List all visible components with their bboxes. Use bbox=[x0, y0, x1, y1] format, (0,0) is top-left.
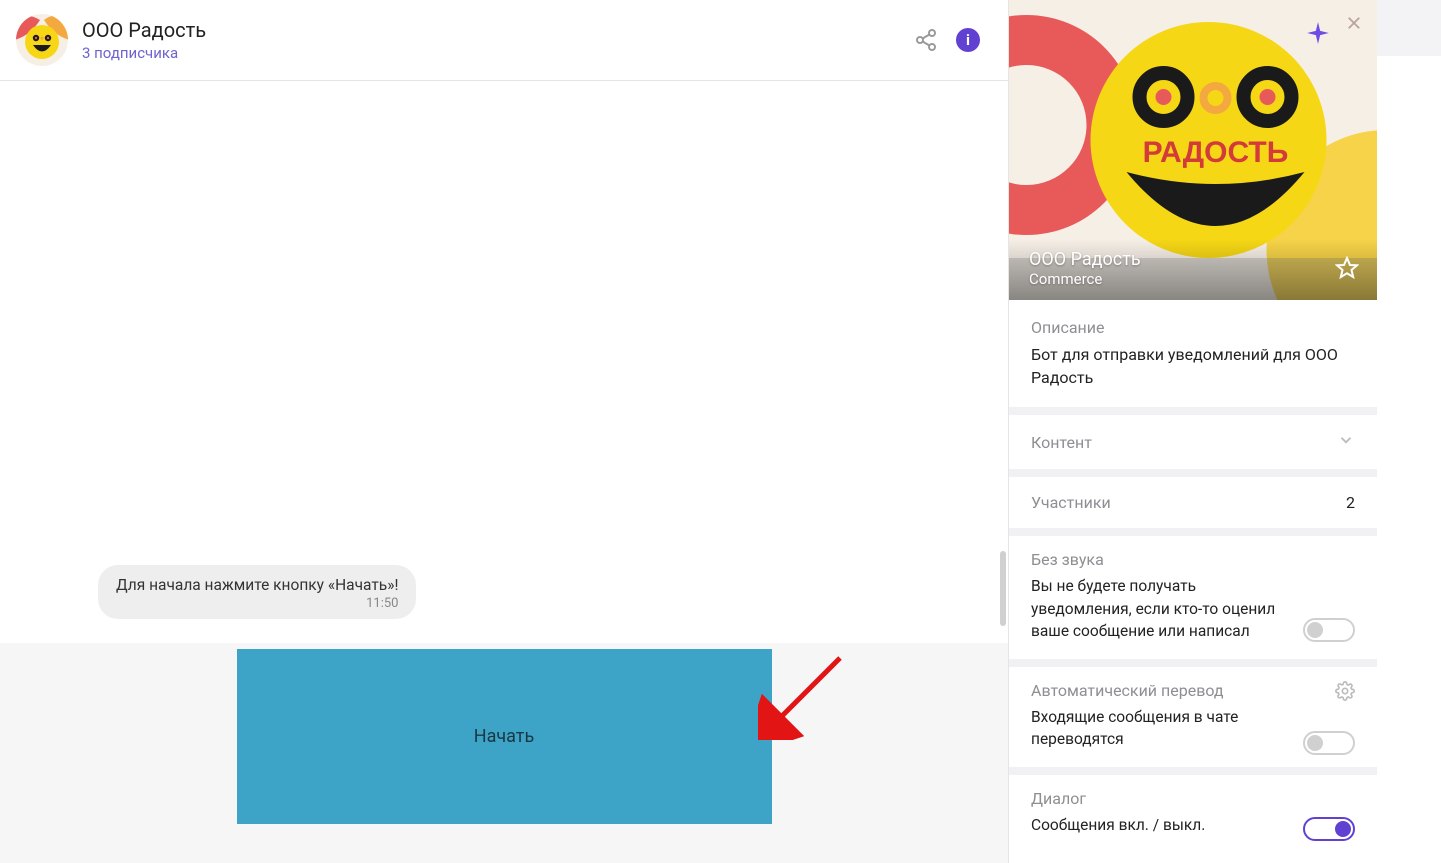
panel-hero: РАДОСТЬ ООО Радость Commerce bbox=[1009, 0, 1377, 300]
section-dialog: Диалог Сообщения вкл. / выкл. bbox=[1009, 775, 1377, 852]
section-mute: Без звука Вы не будете получать уведомле… bbox=[1009, 536, 1377, 666]
translate-toggle[interactable] bbox=[1303, 731, 1355, 755]
chat-header: ООО Радость 3 подписчика i bbox=[0, 0, 1008, 81]
message-time: 11:50 bbox=[116, 596, 398, 611]
header-actions: i bbox=[914, 28, 980, 52]
description-text: Бот для отправки уведомлений для ООО Рад… bbox=[1031, 343, 1355, 389]
section-content[interactable]: Контент bbox=[1009, 415, 1377, 477]
start-button[interactable]: Начать bbox=[237, 649, 772, 824]
chat-main: ООО Радость 3 подписчика i Для начала на… bbox=[0, 0, 1008, 863]
chevron-down-icon bbox=[1337, 431, 1355, 453]
info-panel: РАДОСТЬ ООО Радость Commerce Описание Бо… bbox=[1008, 0, 1377, 863]
section-participants[interactable]: Участники 2 bbox=[1009, 477, 1377, 536]
bot-message: Для начала нажмите кнопку «Начать»! 11:5… bbox=[98, 565, 416, 619]
translate-label: Автоматический перевод bbox=[1031, 681, 1224, 700]
content-label: Контент bbox=[1031, 433, 1092, 452]
star-icon[interactable] bbox=[1335, 256, 1359, 280]
scrollbar[interactable] bbox=[1000, 551, 1006, 626]
participants-label: Участники bbox=[1031, 493, 1111, 512]
section-description: Описание Бот для отправки уведомлений дл… bbox=[1009, 300, 1377, 415]
gear-icon[interactable] bbox=[1335, 681, 1355, 705]
chat-title: ООО Радость bbox=[82, 18, 900, 42]
dialog-toggle[interactable] bbox=[1303, 817, 1355, 841]
avatar[interactable] bbox=[16, 14, 68, 66]
section-translate: Автоматический перевод Входящие сообщени… bbox=[1009, 667, 1377, 775]
svg-text:РАДОСТЬ: РАДОСТЬ bbox=[1143, 136, 1289, 169]
dialog-label: Диалог bbox=[1031, 789, 1355, 808]
start-area: Начать bbox=[0, 643, 1008, 863]
panel-title: ООО Радость bbox=[1029, 249, 1357, 270]
chat-subscribers[interactable]: 3 подписчика bbox=[82, 44, 900, 62]
mute-toggle[interactable] bbox=[1303, 618, 1355, 642]
message-text: Для начала нажмите кнопку «Начать»! bbox=[116, 576, 398, 594]
mute-label: Без звука bbox=[1031, 550, 1355, 569]
outer-chrome bbox=[1377, 0, 1441, 56]
panel-category: Commerce bbox=[1029, 270, 1357, 288]
hero-overlay: ООО Радость Commerce bbox=[1009, 239, 1377, 300]
sparkle-icon bbox=[1305, 20, 1331, 50]
header-text: ООО Радость 3 подписчика bbox=[82, 18, 900, 62]
info-icon[interactable]: i bbox=[956, 28, 980, 52]
participants-count: 2 bbox=[1346, 493, 1355, 512]
close-icon[interactable] bbox=[1345, 14, 1363, 32]
share-icon[interactable] bbox=[914, 28, 938, 52]
chat-body: Для начала нажмите кнопку «Начать»! 11:5… bbox=[0, 81, 1008, 863]
description-label: Описание bbox=[1031, 318, 1355, 337]
